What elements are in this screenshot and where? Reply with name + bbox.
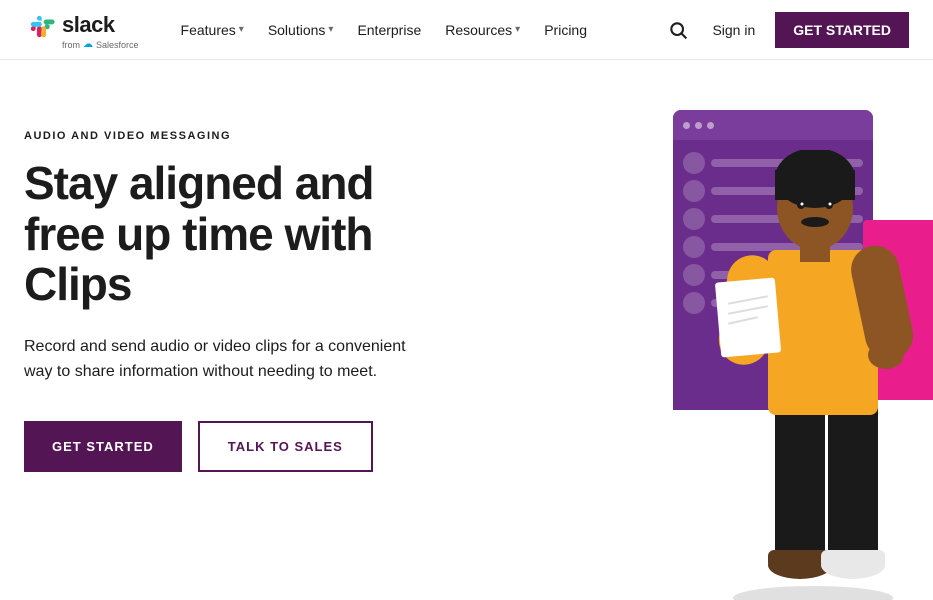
ui-panel-header: [673, 110, 873, 140]
ui-row-icon: [683, 264, 705, 286]
hero-section: AUDIO AND VIDEO MESSAGING Stay aligned a…: [0, 60, 933, 564]
slack-logo-icon: [24, 9, 56, 41]
main-nav: Features ▾ Solutions ▾ Enterprise Resour…: [171, 14, 665, 46]
get-started-button[interactable]: GET STARTED: [24, 421, 182, 472]
dot-3: [707, 122, 714, 129]
nav-features[interactable]: Features ▾: [171, 14, 254, 46]
nav-solutions[interactable]: Solutions ▾: [258, 14, 344, 46]
search-icon: [668, 20, 688, 40]
nav-right: Sign in GET STARTED: [664, 12, 909, 48]
person-illustration: [703, 150, 923, 600]
logo-area[interactable]: slack from ☁ Salesforce: [24, 9, 139, 50]
nav-resources[interactable]: Resources ▾: [435, 14, 530, 46]
get-started-nav-button[interactable]: GET STARTED: [775, 12, 909, 48]
chevron-down-icon: ▾: [239, 24, 244, 35]
ui-row-icon: [683, 180, 705, 202]
chevron-down-icon: ▾: [515, 24, 520, 35]
logo-salesforce-sub: from ☁ Salesforce: [62, 39, 139, 50]
ui-row-icon: [683, 236, 705, 258]
hero-buttons: GET STARTED TALK TO SALES: [24, 421, 424, 472]
hero-illustration: [593, 100, 933, 600]
header: slack from ☁ Salesforce Features ▾ Solut…: [0, 0, 933, 60]
talk-to-sales-button[interactable]: TALK TO SALES: [198, 421, 373, 472]
ui-row-icon: [683, 292, 705, 314]
hero-eyebrow: AUDIO AND VIDEO MESSAGING: [24, 130, 424, 142]
ui-row-icon: [683, 208, 705, 230]
dot-2: [695, 122, 702, 129]
hero-description: Record and send audio or video clips for…: [24, 334, 424, 385]
nav-enterprise[interactable]: Enterprise: [347, 14, 431, 46]
nav-pricing[interactable]: Pricing: [534, 14, 597, 46]
ui-row-icon: [683, 152, 705, 174]
hero-title: Stay aligned and free up time with Clips: [24, 158, 424, 310]
dot-1: [683, 122, 690, 129]
chevron-down-icon: ▾: [328, 24, 333, 35]
logo-text: slack: [62, 12, 115, 38]
hero-content: AUDIO AND VIDEO MESSAGING Stay aligned a…: [24, 120, 424, 472]
sign-in-link[interactable]: Sign in: [712, 22, 755, 38]
search-button[interactable]: [664, 16, 692, 44]
